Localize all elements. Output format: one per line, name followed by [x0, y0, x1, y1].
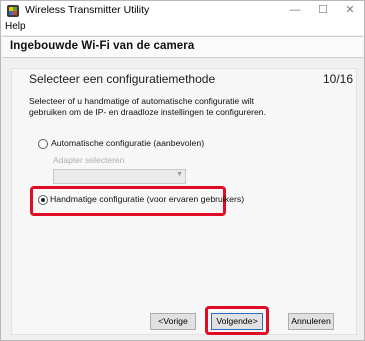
minimize-button[interactable]: — — [281, 1, 309, 19]
menu-help[interactable]: Help — [5, 21, 26, 32]
cancel-button[interactable]: Annuleren — [288, 313, 334, 330]
window-title: Wireless Transmitter Utility — [25, 4, 150, 16]
manual-config-radio[interactable] — [38, 195, 48, 205]
step-description: Selecteer of u handmatige of automatisch… — [29, 96, 266, 117]
page-title: Ingebouwde Wi-Fi van de camera — [10, 40, 195, 52]
step-counter: 10/16 — [323, 72, 354, 86]
auto-config-label[interactable]: Automatische configuratie (aanbevolen) — [51, 138, 204, 148]
application-window: Wireless Transmitter Utility — ☐ ✕ Help … — [0, 0, 365, 341]
app-icon — [7, 4, 19, 17]
next-button[interactable]: Volgende> — [211, 313, 263, 330]
chevron-down-icon: ▼ — [176, 171, 183, 178]
adapter-select-label: Adapter selecteren — [53, 155, 125, 165]
maximize-button[interactable]: ☐ — [309, 1, 337, 19]
step-title: Selecteer een configuratiemethode — [29, 72, 216, 86]
previous-button[interactable]: <Vorige — [150, 313, 196, 330]
close-button[interactable]: ✕ — [336, 1, 364, 19]
manual-config-label[interactable]: Handmatige configuratie (voor ervaren ge… — [50, 194, 244, 204]
adapter-dropdown: ▼ — [53, 169, 186, 184]
menu-bar: Help — [1, 19, 364, 35]
auto-config-radio[interactable] — [38, 139, 48, 149]
title-bar[interactable]: Wireless Transmitter Utility — ☐ ✕ — [1, 1, 364, 19]
page-header: Ingebouwde Wi-Fi van de camera — [2, 36, 363, 58]
